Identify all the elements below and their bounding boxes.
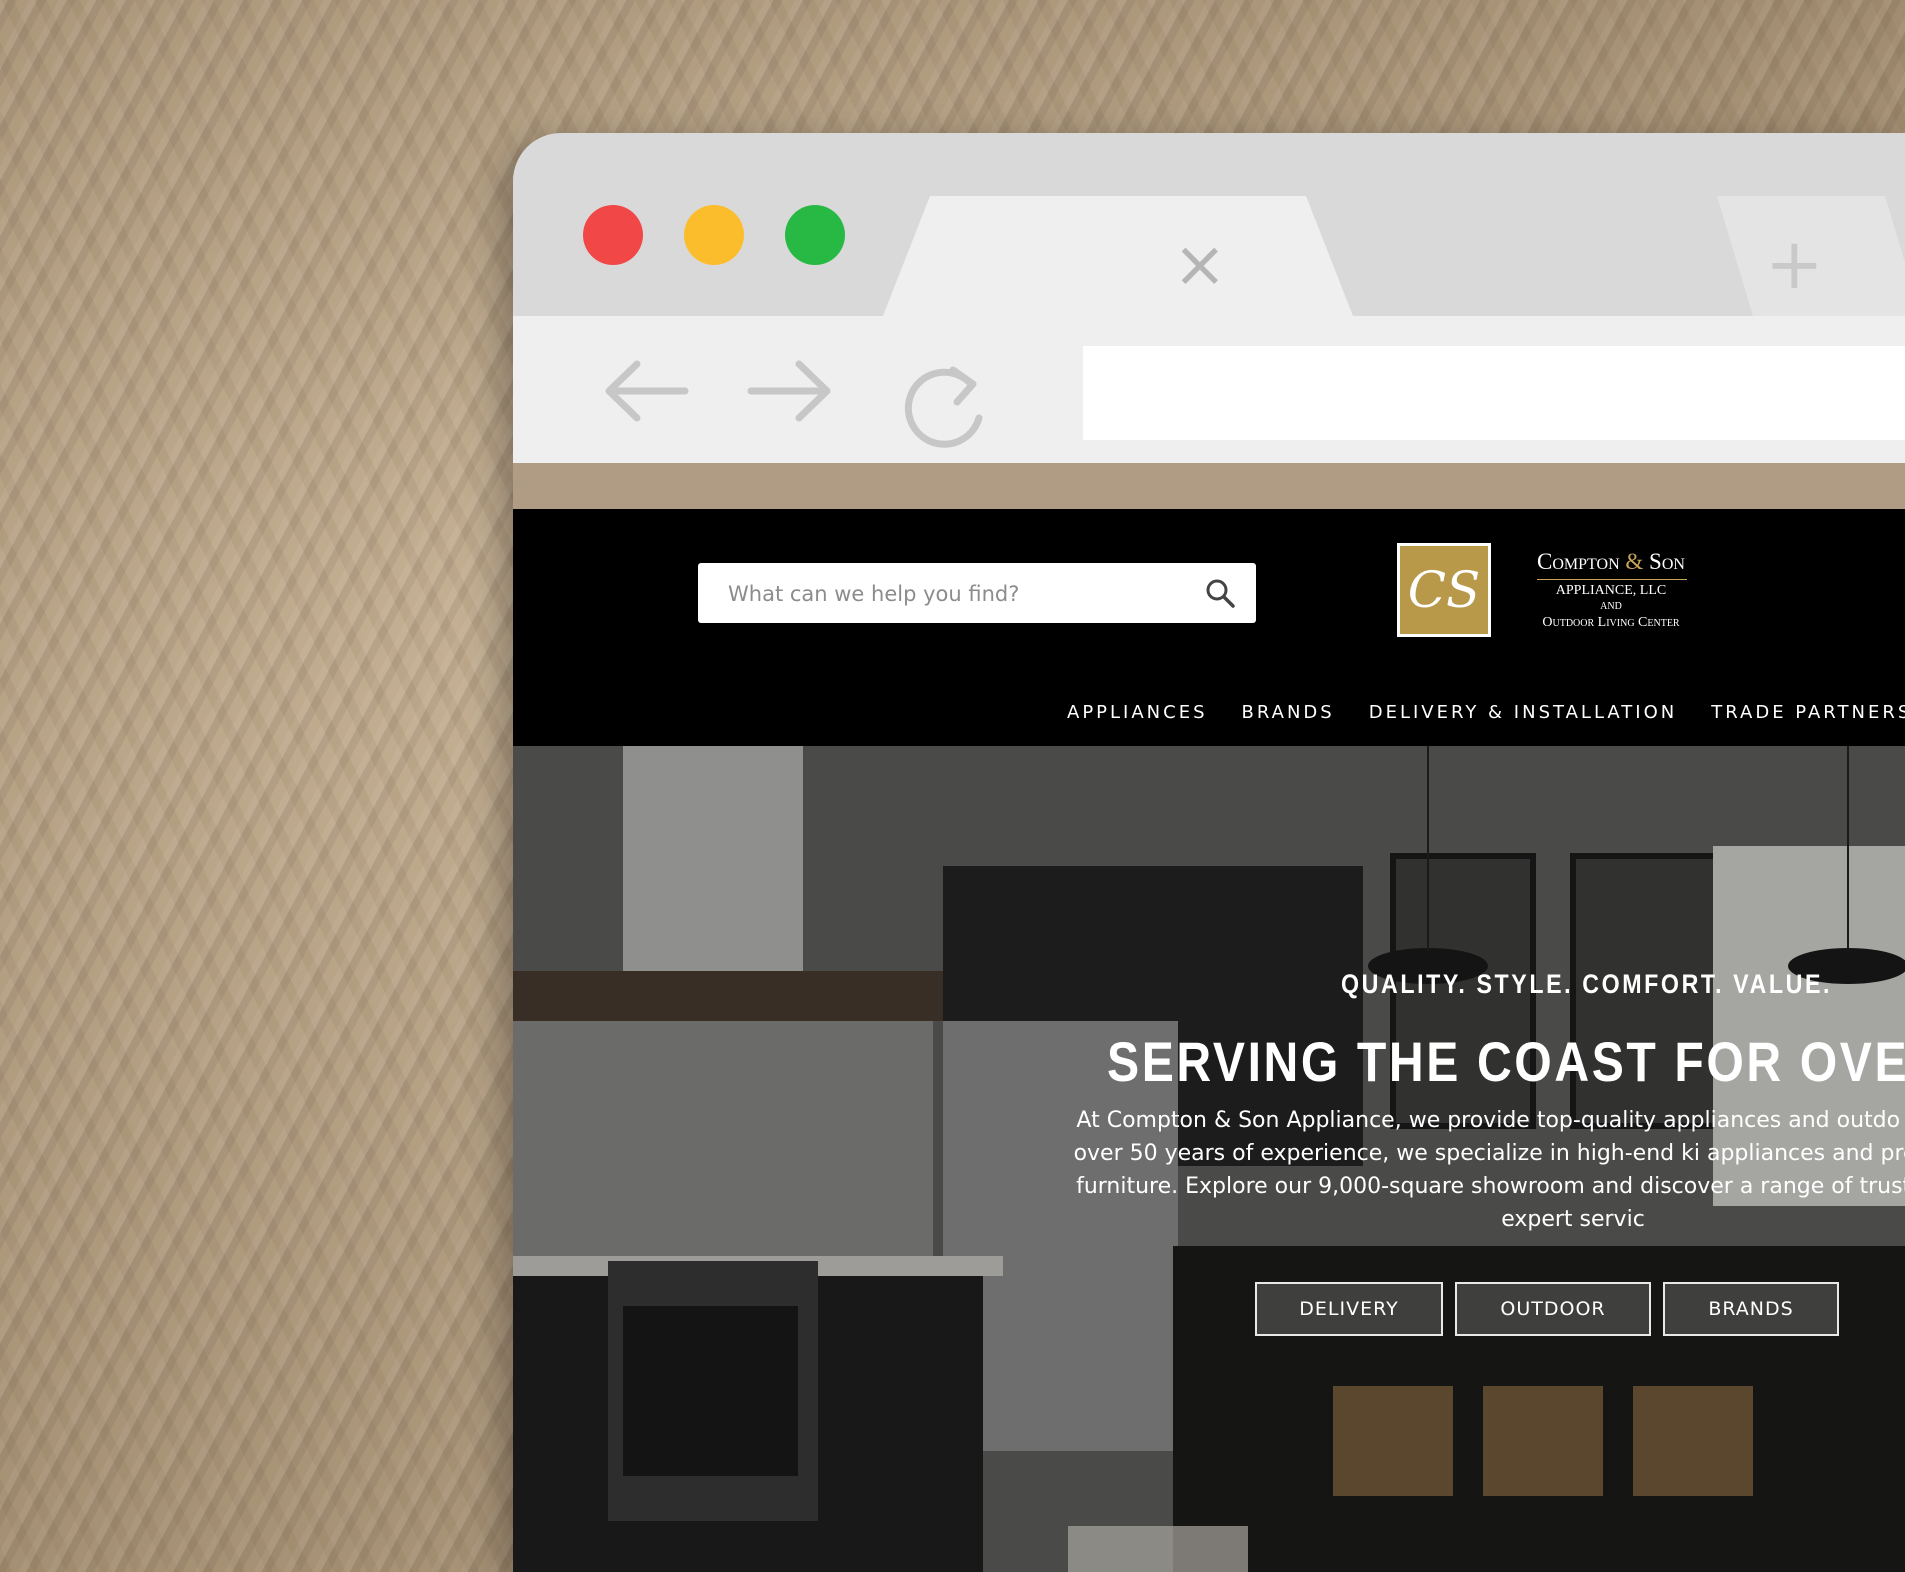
page-top-strip (513, 463, 1905, 509)
plus-icon[interactable]: + (1765, 229, 1824, 299)
site-header: CS Compton & Son APPLIANCE, LLC AND Outd… (513, 509, 1905, 746)
hero-tagline: QUALITY. STYLE. COMFORT. VALUE. (1341, 969, 1833, 999)
browser-tab-active[interactable] (883, 196, 1353, 316)
maximize-window-button[interactable] (785, 205, 845, 265)
site-logo[interactable]: CS Compton & Son APPLIANCE, LLC AND Outd… (1397, 543, 1777, 643)
search-input[interactable] (698, 563, 1200, 625)
nav-delivery-installation[interactable]: DELIVERY & INSTALLATION (1369, 702, 1678, 723)
logo-divider (1537, 579, 1687, 580)
main-nav: APPLIANCES BRANDS DELIVERY & INSTALLATIO… (1067, 702, 1905, 723)
browser-toolbar (513, 316, 1905, 463)
nav-trade-partners[interactable]: TRADE PARTNERS (1711, 702, 1905, 723)
search-box (698, 563, 1256, 625)
logo-tagline: Outdoor Living Center (1542, 615, 1680, 630)
forward-arrow-icon[interactable] (745, 356, 835, 426)
logo-company-name: Compton & Son (1511, 549, 1711, 575)
close-window-button[interactable] (583, 205, 643, 265)
logo-name-part1: Compton (1537, 549, 1620, 574)
minimize-window-button[interactable] (684, 205, 744, 265)
logo-ampersand: & (1625, 549, 1644, 574)
outdoor-button[interactable]: OUTDOOR (1455, 1282, 1651, 1336)
nav-brands[interactable]: BRANDS (1242, 702, 1335, 723)
logo-monogram: CS (1397, 543, 1491, 637)
brands-button[interactable]: BRANDS (1663, 1282, 1839, 1336)
hero-title: SERVING THE COAST FOR OVER 50 YEA (1107, 1030, 1905, 1093)
close-icon[interactable]: × (1173, 233, 1227, 297)
delivery-button[interactable]: DELIVERY (1255, 1282, 1443, 1336)
logo-name-part2: Son (1649, 549, 1685, 574)
logo-and: AND (1600, 601, 1622, 612)
search-icon[interactable] (1204, 577, 1236, 609)
browser-window: × + CS Compton & Son APPLIANCE, LLC (513, 133, 1905, 1572)
address-bar[interactable] (1083, 346, 1905, 440)
nav-appliances[interactable]: APPLIANCES (1067, 702, 1208, 723)
reload-icon[interactable] (901, 356, 991, 456)
hero-description: At Compton & Son Appliance, we provide t… (1073, 1108, 1905, 1232)
hero-section: QUALITY. STYLE. COMFORT. VALUE. SERVING … (513, 746, 1905, 1572)
back-arrow-icon[interactable] (601, 356, 691, 426)
hero-button-group: DELIVERY OUTDOOR BRANDS (1255, 1282, 1851, 1336)
logo-subtitle: APPLIANCE, LLC (1555, 583, 1667, 598)
